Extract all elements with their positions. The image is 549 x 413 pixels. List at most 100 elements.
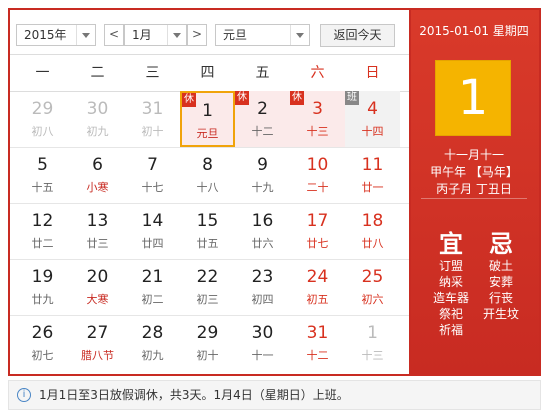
day-cell[interactable]: 31 十二 xyxy=(290,315,345,371)
lunar-label: 大寒 xyxy=(86,293,109,306)
year-select[interactable]: 2015年 xyxy=(16,24,96,46)
lunar-label: 廿四 xyxy=(141,237,164,250)
chevron-down-icon[interactable] xyxy=(76,25,95,45)
day-number: 16 xyxy=(251,211,274,231)
calendar-panel: 2015年 < 1月 > 元旦 返回今天 一 二 三 四 五 六 日 29 初八 3… xyxy=(8,8,411,376)
yi-item: 祭祀 xyxy=(438,307,463,321)
day-number: 21 xyxy=(141,267,164,287)
day-cell[interactable]: 5 十五 xyxy=(15,147,70,203)
day-cell[interactable]: 20 大寒 xyxy=(70,259,125,315)
weekday-label: 四 xyxy=(200,65,215,81)
lunar-label: 十三 xyxy=(361,349,384,362)
day-number: 2 xyxy=(257,99,268,119)
day-cell[interactable]: 休 3 十三 xyxy=(290,91,345,147)
holiday-select[interactable]: 元旦 xyxy=(215,24,310,46)
lunar-label: 初九 xyxy=(141,349,164,362)
lunar-label: 初四 xyxy=(251,293,274,306)
ganzhi-year: 甲午年 【马年】 xyxy=(430,165,518,179)
day-number: 18 xyxy=(361,211,384,231)
lunar-label: 初六 xyxy=(361,293,384,306)
day-cell[interactable]: 18 廿八 xyxy=(345,203,400,259)
day-number: 5 xyxy=(37,155,48,175)
weekday-label: 三 xyxy=(145,65,160,81)
day-cell[interactable]: 17 廿七 xyxy=(290,203,345,259)
day-cell[interactable]: 9 十九 xyxy=(235,147,290,203)
day-cell[interactable]: 8 十八 xyxy=(180,147,235,203)
day-number: 27 xyxy=(86,323,109,343)
lunar-label: 十三 xyxy=(306,125,329,138)
yi-label: 宜 xyxy=(439,230,463,258)
ji-list: 破土 安葬 行丧 开生坟 xyxy=(476,258,526,322)
lunar-label: 十二 xyxy=(251,125,274,138)
day-cell[interactable]: 休 1 元旦 xyxy=(180,91,235,147)
day-cell[interactable]: 6 小寒 xyxy=(70,147,125,203)
lunar-label: 腊八节 xyxy=(81,349,114,362)
lunar-label: 十二 xyxy=(306,349,329,362)
lunar-label: 十八 xyxy=(196,181,219,194)
weekday-header: 一 二 三 四 五 六 日 xyxy=(10,54,409,92)
day-number: 7 xyxy=(147,155,158,175)
day-number: 12 xyxy=(31,211,54,231)
day-number: 24 xyxy=(306,267,329,287)
day-cell[interactable]: 30 十一 xyxy=(235,315,290,371)
day-cell[interactable]: 26 初七 xyxy=(15,315,70,371)
day-cell[interactable]: 13 廿三 xyxy=(70,203,125,259)
day-cell[interactable]: 29 初八 xyxy=(15,91,70,147)
ji-label: 忌 xyxy=(489,230,513,258)
day-cell[interactable]: 25 初六 xyxy=(345,259,400,315)
day-cell[interactable]: 10 二十 xyxy=(290,147,345,203)
day-cell[interactable]: 23 初四 xyxy=(235,259,290,315)
day-cell[interactable]: 29 初十 xyxy=(180,315,235,371)
day-number: 4 xyxy=(367,99,378,119)
weekday-label: 六 xyxy=(310,65,325,81)
day-cell[interactable]: 24 初五 xyxy=(290,259,345,315)
day-detail-panel: 2015-01-01 星期四 1 十一月十一 甲午年 【马年】 丙子月 丁丑日 … xyxy=(411,8,541,376)
month-select-value: 1月 xyxy=(132,28,152,42)
day-cell[interactable]: 16 廿六 xyxy=(235,203,290,259)
back-to-today-button[interactable]: 返回今天 xyxy=(320,24,395,47)
day-cell[interactable]: 27 腊八节 xyxy=(70,315,125,371)
lunar-label: 初二 xyxy=(141,293,164,306)
lunar-label: 廿七 xyxy=(306,237,329,250)
prev-month-button[interactable]: < xyxy=(104,24,124,46)
holiday-notice-text: 1月1日至3日放假调休，共3天。1月4日（星期日）上班。 xyxy=(39,388,349,402)
day-cell[interactable]: 22 初三 xyxy=(180,259,235,315)
divider xyxy=(421,198,527,199)
ji-item: 安葬 xyxy=(488,275,513,289)
next-month-button[interactable]: > xyxy=(187,24,207,46)
year-select-value: 2015年 xyxy=(24,28,67,42)
lunar-label: 廿二 xyxy=(31,237,54,250)
month-select[interactable]: 1月 xyxy=(124,24,187,46)
lunar-label: 十五 xyxy=(31,181,54,194)
day-cell[interactable]: 15 廿五 xyxy=(180,203,235,259)
lunar-date: 十一月十一 xyxy=(443,148,504,162)
day-number: 11 xyxy=(361,155,384,175)
yi-item: 订盟 xyxy=(438,259,463,273)
lunar-label: 小寒 xyxy=(86,181,109,194)
day-cell[interactable]: 28 初九 xyxy=(125,315,180,371)
day-cell[interactable]: 19 廿九 xyxy=(15,259,70,315)
chevron-down-icon[interactable] xyxy=(290,25,309,45)
yi-item: 纳采 xyxy=(438,275,463,289)
lunar-label: 廿九 xyxy=(31,293,54,306)
day-cell[interactable]: 班 4 十四 xyxy=(345,91,400,147)
day-cell[interactable]: 7 十七 xyxy=(125,147,180,203)
day-number: 1 xyxy=(367,323,378,343)
ji-item: 开生坟 xyxy=(482,307,519,321)
chevron-down-icon[interactable] xyxy=(167,25,186,45)
lunar-label: 元旦 xyxy=(196,127,219,140)
day-number: 1 xyxy=(202,101,213,121)
day-cell[interactable]: 21 初二 xyxy=(125,259,180,315)
day-cell[interactable]: 14 廿四 xyxy=(125,203,180,259)
day-cell[interactable]: 休 2 十二 xyxy=(235,91,290,147)
ganzhi-month-day: 丙子月 丁丑日 xyxy=(436,182,512,196)
day-cell[interactable]: 31 初十 xyxy=(125,91,180,147)
day-number: 23 xyxy=(251,267,274,287)
lunar-label: 十四 xyxy=(361,125,384,138)
day-cell[interactable]: 12 廿二 xyxy=(15,203,70,259)
day-cell[interactable]: 1 十三 xyxy=(345,315,400,371)
day-cell[interactable]: 30 初九 xyxy=(70,91,125,147)
day-cell[interactable]: 11 廿一 xyxy=(345,147,400,203)
day-number: 29 xyxy=(196,323,219,343)
day-number: 8 xyxy=(202,155,213,175)
